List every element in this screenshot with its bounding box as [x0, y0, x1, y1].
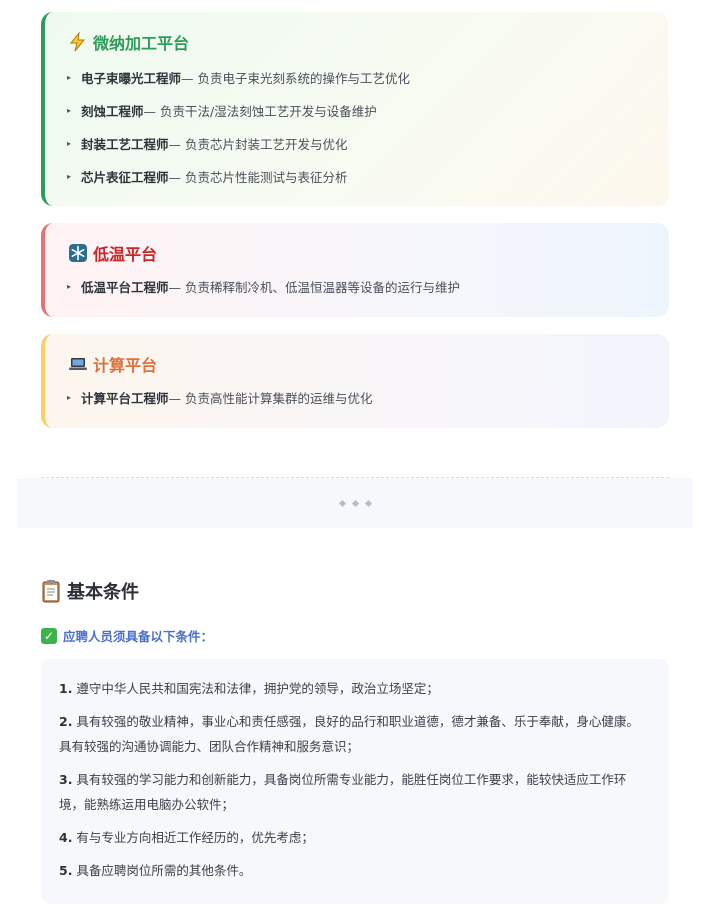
platform-title: 计算平台: [67, 352, 669, 376]
role-desc: — 负责高性能计算集群的运维与优化: [168, 391, 373, 406]
role-item: ▸ 电子束曝光工程师 — 负责电子束光刻系统的操作与工艺优化: [67, 68, 669, 87]
platform-title-text: 计算平台: [93, 356, 158, 375]
check-icon: ✓: [41, 627, 57, 644]
role-name: 电子束曝光工程师: [81, 71, 182, 86]
condition-text: 具备应聘岗位所需的其他条件。: [72, 863, 252, 878]
conditions-subtitle-text: 应聘人员须具备以下条件：: [63, 629, 214, 644]
role-item: ▸ 刻蚀工程师 — 负责干法/湿法刻蚀工艺开发与设备维护: [67, 101, 669, 120]
ellipsis-divider: [17, 478, 693, 528]
role-item: ▸ 封装工艺工程师 — 负责芯片封装工艺开发与优化: [67, 134, 669, 153]
role-name: 刻蚀工程师: [81, 104, 144, 119]
condition-item: 1. 遵守中华人民共和国宪法和法律，拥护党的领导，政治立场坚定；: [59, 676, 651, 701]
role-item: ▸ 计算平台工程师 — 负责高性能计算集群的运维与优化: [67, 388, 669, 407]
bullet-icon: ▸: [67, 106, 72, 115]
condition-item: 5. 具备应聘岗位所需的其他条件。: [59, 858, 651, 883]
role-desc: — 负责电子束光刻系统的操作与工艺优化: [181, 71, 410, 86]
platform-title-text: 低温平台: [93, 245, 158, 264]
condition-number: 3.: [59, 772, 73, 787]
role-desc: — 负责稀释制冷机、低温恒温器等设备的运行与维护: [168, 280, 460, 295]
platform-title-text: 微纳加工平台: [93, 34, 190, 53]
laptop-icon: [67, 353, 89, 375]
condition-item: 4. 有与专业方向相近工作经历的，优先考虑；: [59, 825, 651, 850]
condition-text: 具有较强的敬业精神，事业心和责任感强，良好的品行和职业道德，德才兼备、乐于奉献，…: [59, 714, 639, 754]
condition-text: 有与专业方向相近工作经历的，优先考虑；: [72, 830, 314, 845]
dot-icon: [338, 499, 346, 507]
condition-item: 2. 具有较强的敬业精神，事业心和责任感强，良好的品行和职业道德，德才兼备、乐于…: [59, 709, 651, 759]
condition-number: 1.: [59, 681, 73, 696]
dot-icon: [364, 499, 372, 507]
clipboard-icon: [41, 579, 63, 603]
platform-card-cryo: 低温平台 ▸ 低温平台工程师 — 负责稀释制冷机、低温恒温器等设备的运行与维护: [41, 223, 669, 317]
platform-title: 微纳加工平台: [67, 30, 669, 54]
role-desc: — 负责芯片性能测试与表征分析: [168, 170, 348, 185]
condition-number: 2.: [59, 714, 73, 729]
role-item: ▸ 芯片表征工程师 — 负责芯片性能测试与表征分析: [67, 167, 669, 186]
platform-title: 低温平台: [67, 241, 669, 265]
dot-icon: [351, 499, 359, 507]
role-desc: — 负责芯片封装工艺开发与优化: [168, 137, 348, 152]
platform-card-compute: 计算平台 ▸ 计算平台工程师 — 负责高性能计算集群的运维与优化: [41, 334, 669, 428]
role-name: 低温平台工程师: [81, 280, 169, 295]
condition-text: 具有较强的学习能力和创新能力，具备岗位所需专业能力，能胜任岗位工作要求，能较快适…: [59, 772, 627, 812]
role-name: 芯片表征工程师: [81, 170, 169, 185]
bullet-icon: ▸: [67, 393, 72, 402]
section-title-basic: 基本条件: [41, 578, 139, 604]
condition-number: 4.: [59, 830, 73, 845]
role-item: ▸ 低温平台工程师 — 负责稀释制冷机、低温恒温器等设备的运行与维护: [67, 277, 669, 296]
conditions-list: 1. 遵守中华人民共和国宪法和法律，拥护党的领导，政治立场坚定； 2. 具有较强…: [41, 659, 669, 904]
bullet-icon: ▸: [67, 282, 72, 291]
snowflake-icon: [67, 242, 89, 264]
bullet-icon: ▸: [67, 139, 72, 148]
condition-number: 5.: [59, 863, 73, 878]
condition-text: 遵守中华人民共和国宪法和法律，拥护党的领导，政治立场坚定；: [72, 681, 439, 696]
condition-item: 3. 具有较强的学习能力和创新能力，具备岗位所需专业能力，能胜任岗位工作要求，能…: [59, 767, 651, 817]
bullet-icon: ▸: [67, 73, 72, 82]
role-name: 封装工艺工程师: [81, 137, 169, 152]
role-name: 计算平台工程师: [81, 391, 169, 406]
conditions-subtitle: ✓ 应聘人员须具备以下条件：: [41, 626, 213, 645]
section-title-text: 基本条件: [67, 582, 139, 603]
lightning-icon: [67, 31, 89, 53]
bullet-icon: ▸: [67, 172, 72, 181]
platform-card-micro: 微纳加工平台 ▸ 电子束曝光工程师 — 负责电子束光刻系统的操作与工艺优化 ▸ …: [41, 12, 669, 206]
role-desc: — 负责干法/湿法刻蚀工艺开发与设备维护: [143, 104, 377, 119]
